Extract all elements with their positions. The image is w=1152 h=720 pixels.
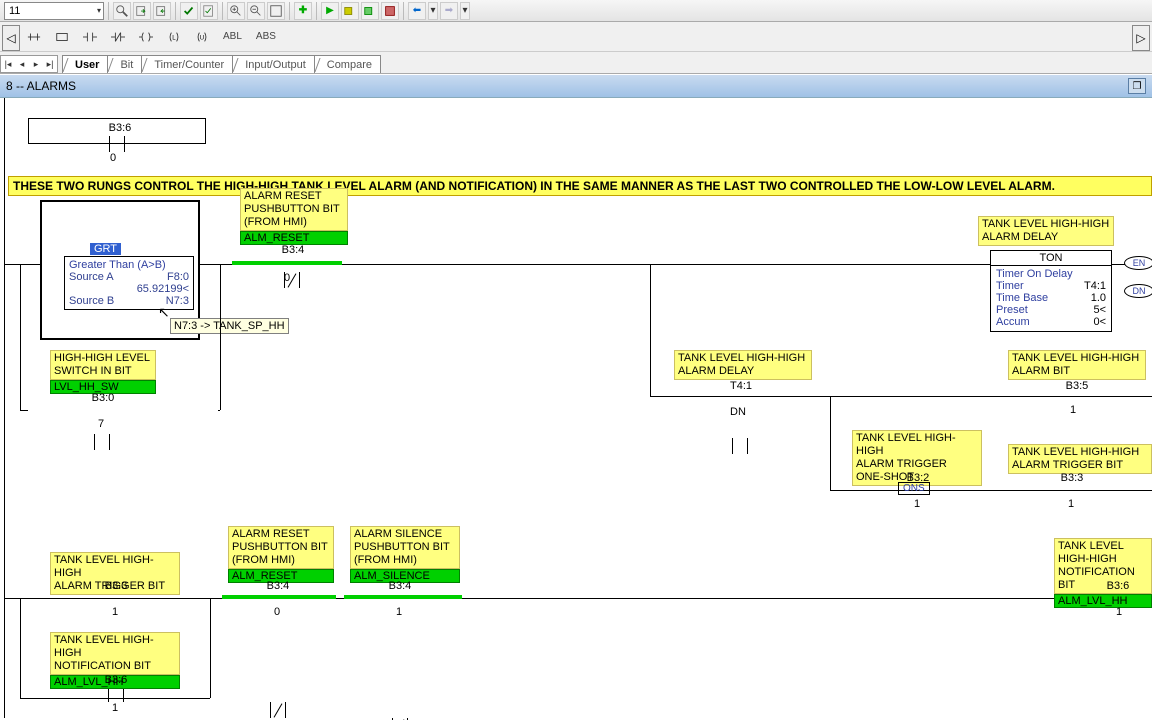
top-bit-addr: B3:6	[90, 122, 150, 134]
instr-scroll-left[interactable]: ◁	[2, 25, 20, 51]
almbit-desc: TANK LEVEL HIGH-HIGHALARM BIT	[1008, 350, 1146, 380]
trgbit-addr: B3:3	[1052, 472, 1092, 484]
maximize-icon[interactable]: ❐	[1128, 78, 1146, 94]
forward-menu-icon[interactable]: ▾	[460, 2, 470, 20]
step2-icon[interactable]	[361, 2, 379, 20]
verify-icon[interactable]	[180, 2, 198, 20]
trgbit-val: 1	[1068, 498, 1074, 510]
find-icon[interactable]	[113, 2, 131, 20]
zoom-in-icon[interactable]	[227, 2, 245, 20]
instr-ote-icon[interactable]	[136, 29, 156, 44]
almreset1-contact[interactable]	[278, 272, 306, 288]
instr-rung-icon[interactable]	[24, 29, 44, 44]
almreset1-val: 0	[284, 272, 290, 284]
fit-icon[interactable]	[267, 2, 285, 20]
t4dn-addr: T4:1	[716, 380, 766, 392]
instruction-toolbar: ◁ L U ABL ABS ▷	[0, 22, 1152, 52]
notifin-val: 1	[112, 702, 118, 714]
ladder-title: 8 -- ALARMS	[6, 79, 76, 93]
tab-user[interactable]: User	[62, 55, 108, 73]
notifout-tag: ALM_LVL_HH	[1054, 594, 1152, 608]
tab-nav-prev[interactable]: ◂	[15, 56, 29, 72]
notifin-desc: TANK LEVEL HIGH-HIGHNOTIFICATION BIT	[50, 632, 180, 675]
back-menu-icon[interactable]: ▾	[428, 2, 438, 20]
ton-dn-flag: DN	[1124, 284, 1152, 298]
svg-text:L: L	[172, 34, 176, 41]
tab-bit[interactable]: Bit	[107, 55, 142, 73]
step1-icon[interactable]	[341, 2, 359, 20]
ons-val: 1	[914, 498, 920, 510]
t4dn-contact[interactable]	[726, 438, 754, 454]
verify-project-icon[interactable]	[200, 2, 218, 20]
grt-title[interactable]: GRT	[90, 243, 121, 255]
cursor-icon: ↖	[158, 304, 170, 321]
main-toolbar: 11 ✚ ▶ ⬅ ▾ ➡ ▾	[0, 0, 1152, 22]
lvlsw-desc: HIGH-HIGH LEVELSWITCH IN BIT	[50, 350, 156, 380]
almbit-val: 1	[1070, 404, 1076, 416]
tab-input-output[interactable]: Input/Output	[232, 55, 315, 73]
tab-timer-counter[interactable]: Timer/Counter	[141, 55, 233, 73]
zoom-out-icon[interactable]	[247, 2, 265, 20]
instr-abl[interactable]: ABL	[220, 29, 245, 44]
t4dn-desc: TANK LEVEL HIGH-HIGHALARM DELAY	[674, 350, 812, 380]
almreset2-addr: B3:4	[258, 580, 298, 592]
address-combo[interactable]: 11	[4, 2, 104, 20]
instr-otu-icon[interactable]: U	[192, 29, 212, 44]
almreset2-contact[interactable]	[264, 702, 292, 718]
t4dn-val: DN	[730, 406, 746, 418]
grt-instruction[interactable]: Greater Than (A>B) Source AF8:0 65.92199…	[64, 256, 194, 310]
ons-instruction[interactable]: ONS	[898, 482, 930, 495]
instr-xic-icon[interactable]	[80, 29, 100, 44]
tab-compare[interactable]: Compare	[314, 55, 381, 73]
almreset2-val: 0	[274, 606, 280, 618]
almsil-desc: ALARM SILENCEPUSHBUTTON BIT(FROM HMI)	[350, 526, 460, 569]
almsil-addr: B3:4	[380, 580, 420, 592]
rung-comment: THESE TWO RUNGS CONTROL THE HIGH-HIGH TA…	[8, 176, 1152, 196]
instr-scroll-right[interactable]: ▷	[1132, 25, 1150, 51]
ladder-canvas[interactable]: B3:6 0 THESE TWO RUNGS CONTROL THE HIGH-…	[0, 98, 1152, 720]
notifin-addr: B3:6	[96, 674, 136, 686]
play-icon[interactable]: ▶	[321, 2, 339, 20]
instr-abs[interactable]: ABS	[253, 29, 279, 44]
top-bit-contact[interactable]	[103, 136, 131, 152]
almreset1-tag: ALM_RESET	[240, 231, 348, 245]
instr-branch-icon[interactable]	[52, 29, 72, 44]
category-tabs: |◂ ◂ ▸ ▸| User Bit Timer/Counter Input/O…	[0, 52, 1152, 74]
back-icon[interactable]: ⬅	[408, 2, 426, 20]
notifout-val: 1	[1116, 606, 1122, 618]
instr-otl-icon[interactable]: L	[164, 29, 184, 44]
trgin-addr: B3:3	[96, 580, 136, 592]
tab-nav-next[interactable]: ▸	[29, 56, 43, 72]
ton-en-flag: EN	[1124, 256, 1152, 270]
almreset1-desc: ALARM RESETPUSHBUTTON BIT(FROM HMI)	[240, 188, 348, 231]
tab-nav-first[interactable]: |◂	[1, 56, 15, 72]
svg-text:U: U	[200, 34, 204, 41]
almreset1-addr: B3:4	[268, 244, 318, 256]
almsil-val: 1	[396, 606, 402, 618]
lvlsw-contact[interactable]	[88, 434, 116, 450]
ton-instruction[interactable]: TON Timer On Delay TimerT4:1 Time Base1.…	[990, 250, 1112, 332]
find-next-icon[interactable]	[133, 2, 151, 20]
top-bit-val: 0	[110, 152, 116, 164]
instr-xio-icon[interactable]	[108, 29, 128, 44]
trgbit-desc: TANK LEVEL HIGH-HIGHALARM TRIGGER BIT	[1008, 444, 1152, 474]
stop-icon[interactable]	[381, 2, 399, 20]
new-icon[interactable]: ✚	[294, 2, 312, 20]
notifout-addr: B3:6	[1098, 580, 1138, 592]
find-prev-icon[interactable]	[153, 2, 171, 20]
almbit-addr: B3:5	[1052, 380, 1102, 392]
lvlsw-addr: B3:0	[78, 392, 128, 404]
forward-icon[interactable]: ➡	[440, 2, 458, 20]
ladder-titlebar: 8 -- ALARMS ❐	[0, 74, 1152, 98]
grt-tooltip: N7:3 -> TANK_SP_HH	[170, 318, 289, 334]
ton-desc: TANK LEVEL HIGH-HIGHALARM DELAY	[978, 216, 1114, 246]
almreset2-desc: ALARM RESETPUSHBUTTON BIT(FROM HMI)	[228, 526, 334, 569]
lvlsw-val: 7	[98, 418, 104, 430]
tab-nav-last[interactable]: ▸|	[43, 56, 57, 72]
trgin-val: 1	[112, 606, 118, 618]
